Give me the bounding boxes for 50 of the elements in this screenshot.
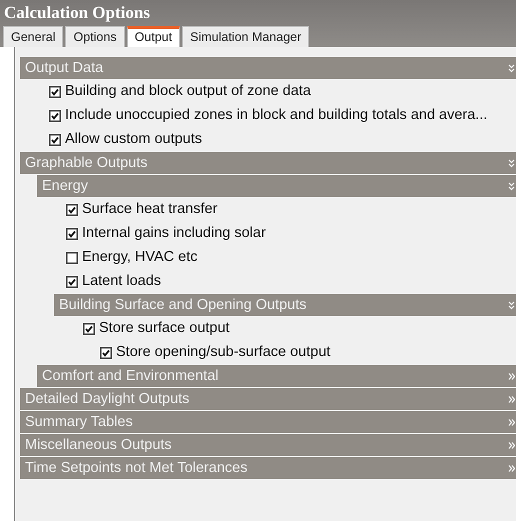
checkbox-label: Building and block output of zone data: [65, 82, 311, 102]
checkbox[interactable]: [100, 347, 112, 359]
checkbox[interactable]: [49, 86, 61, 98]
section-header[interactable]: Time Setpoints not Met Tolerances: [20, 457, 516, 479]
checkbox[interactable]: [49, 134, 61, 146]
tab[interactable]: Simulation Manager: [182, 26, 310, 47]
section-title: Comfort and Environmental: [42, 367, 220, 386]
section-header[interactable]: Energy: [37, 175, 516, 197]
collapse-icon[interactable]: [508, 64, 515, 72]
section-title: Miscellaneous Outputs: [25, 436, 173, 455]
collapse-icon[interactable]: [508, 300, 515, 310]
expand-icon[interactable]: [508, 464, 515, 472]
checkbox[interactable]: [83, 323, 95, 335]
checkbox-label: Include unoccupied zones in block and building totals and avera...: [65, 106, 488, 126]
expand-icon[interactable]: [508, 418, 515, 426]
checkbox-label: Latent loads: [82, 272, 162, 292]
tab[interactable]: Options: [65, 26, 125, 47]
section-title: Graphable Outputs: [25, 154, 149, 173]
section-title: Detailed Daylight Outputs: [25, 390, 190, 409]
checkbox[interactable]: [66, 276, 78, 288]
tab[interactable]: Output: [126, 26, 180, 47]
section-title: Output Data: [25, 59, 104, 78]
expand-icon[interactable]: [508, 394, 515, 404]
checkbox-label: Allow custom outputs: [65, 130, 202, 150]
section-title: Time Setpoints not Met Tolerances: [25, 459, 248, 478]
collapse-icon[interactable]: [508, 158, 515, 168]
section-header[interactable]: Graphable Outputs: [20, 152, 516, 174]
section-title: Energy: [42, 177, 89, 196]
checkbox-label: Surface heat transfer: [82, 200, 218, 220]
checkbox[interactable]: [49, 110, 61, 122]
section-header[interactable]: Comfort and Environmental: [37, 365, 516, 387]
tab[interactable]: General: [3, 26, 64, 47]
checkbox[interactable]: [66, 228, 78, 240]
window-title: Calculation Options: [3, 2, 151, 24]
section-header[interactable]: Building Surface and Opening Outputs: [54, 294, 516, 316]
section-title: Summary Tables: [25, 413, 134, 432]
section-header[interactable]: Miscellaneous Outputs: [20, 434, 516, 456]
checkbox[interactable]: [66, 252, 78, 264]
section-header[interactable]: Summary Tables: [20, 411, 516, 433]
checkbox[interactable]: [66, 204, 78, 216]
expand-icon[interactable]: [508, 372, 515, 380]
collapse-icon[interactable]: [508, 182, 515, 190]
checkbox-label: Internal gains including solar: [82, 224, 266, 244]
checkbox-label: Store opening/sub-surface output: [116, 343, 330, 362]
expand-icon[interactable]: [508, 440, 515, 450]
section-header[interactable]: Detailed Daylight Outputs: [20, 388, 516, 410]
checkbox-label: Energy, HVAC etc: [82, 248, 198, 268]
section-title: Building Surface and Opening Outputs: [59, 296, 308, 315]
checkbox-label: Store surface output: [99, 319, 230, 338]
section-header[interactable]: Output Data: [20, 57, 516, 79]
